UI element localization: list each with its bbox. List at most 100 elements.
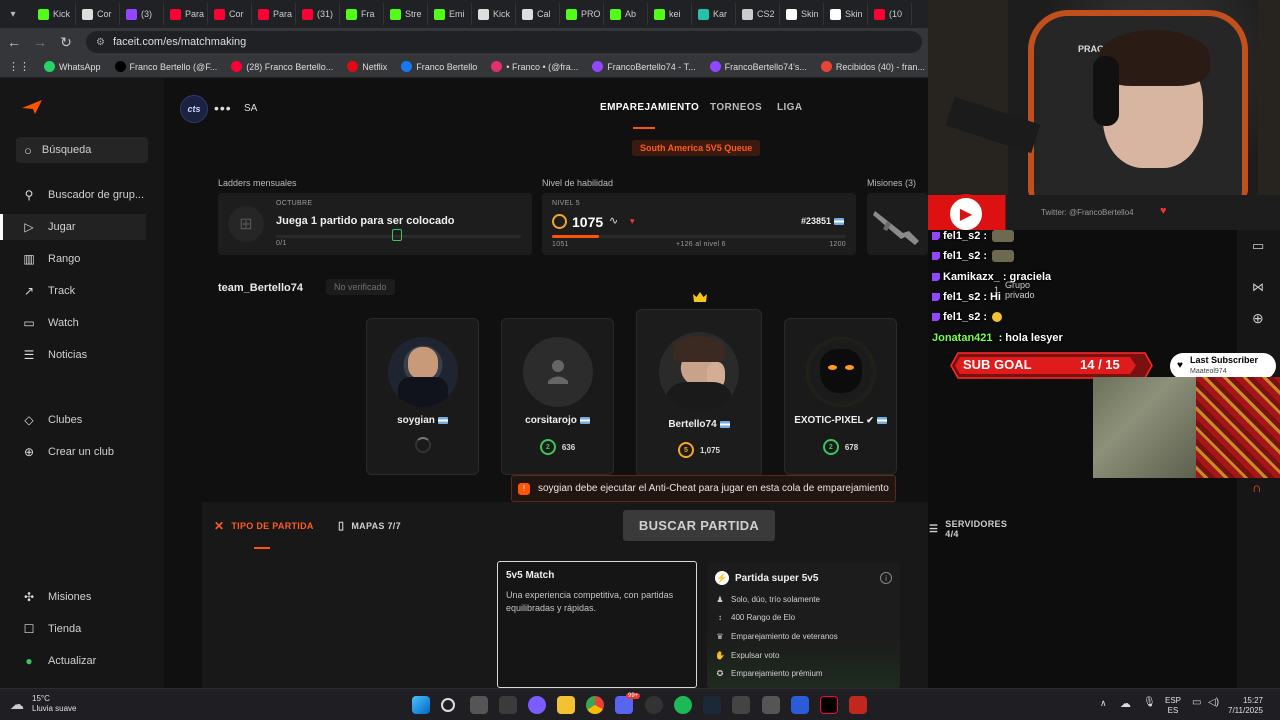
search-input[interactable]: ○ Búsqueda (16, 137, 148, 163)
language-indicator[interactable]: ESP ES (1165, 696, 1181, 716)
sidebar-item-jugar[interactable]: ▷ Jugar (0, 214, 146, 240)
friends-icon[interactable]: ⋈ (1252, 280, 1264, 294)
upgrade-icon: ● (25, 654, 33, 668)
browser-tab[interactable]: Ab (604, 3, 648, 25)
sidebar-item-buscador-de-grup[interactable]: ⚲ Buscador de grup... (0, 182, 164, 208)
bookmark-item[interactable]: Franco Bertello (401, 61, 477, 72)
tab-match-type[interactable]: ✕ TIPO DE PARTIDA (214, 519, 314, 533)
faceit-logo[interactable] (22, 100, 42, 114)
browser-tab[interactable]: (3) (120, 3, 164, 25)
browser-tab[interactable]: Cor (208, 3, 252, 25)
support-icon[interactable]: ∩ (1252, 480, 1261, 495)
tray-chevron-icon[interactable]: ∧ (1100, 698, 1107, 709)
bookmark-item[interactable]: • Franco • (@fra... (491, 61, 578, 72)
site-info-icon[interactable]: ⚙ (96, 37, 105, 48)
app-icon[interactable] (732, 696, 750, 714)
sidebar-item-crear-un-club[interactable]: ⊕ Crear un club (0, 439, 164, 465)
weather-widget[interactable]: ☁ 15°C Lluvia suave (10, 694, 76, 714)
chevron-down-icon[interactable]: ▾ (630, 216, 635, 227)
browser-tab[interactable]: Para (164, 3, 208, 25)
address-bar[interactable]: ⚙ faceit.com/es/matchmaking (86, 31, 922, 53)
ladder-card[interactable]: ⊞ OCTUBRE Juega 1 partido para ser coloc… (218, 193, 532, 255)
forward-icon[interactable]: → (28, 30, 52, 54)
mic-icon[interactable]: 🎙 (1143, 697, 1156, 708)
skill-card[interactable]: NIVEL 5 1075 ∿ ▾ #23851 1051 +126 al niv… (542, 193, 856, 255)
sidebar-item-watch[interactable]: ▭ Watch (0, 310, 164, 336)
bookmark-item[interactable]: FrancoBertello74's... (709, 61, 807, 72)
sidebar-item-clubes[interactable]: ◇ Clubes (0, 407, 164, 433)
tab-matchmaking[interactable]: EMPAREJAMIENTO (600, 102, 699, 113)
browser-tab[interactable]: Kick (472, 3, 516, 25)
volume-icon[interactable]: ◁) (1208, 697, 1219, 708)
app-icon[interactable] (762, 696, 780, 714)
player-card[interactable]: EXOTIC-PIXEL ✔ 2 678 (784, 318, 897, 475)
browser-tab[interactable]: kei (648, 3, 692, 25)
sidebar-item-actualizar[interactable]: ● Actualizar (0, 648, 164, 674)
browser-tab[interactable]: (31) (296, 3, 340, 25)
sidebar-item-rango[interactable]: ▥ Rango (0, 246, 164, 272)
spotify-icon[interactable] (674, 696, 692, 714)
steam-icon[interactable] (703, 696, 721, 714)
mode-card-5v5[interactable]: 5v5 Match Una experiencia competitiva, c… (497, 561, 697, 688)
browser-tab[interactable]: Emi (428, 3, 472, 25)
chrome-icon[interactable] (586, 696, 604, 714)
apps-grid-icon[interactable]: ⋮⋮ (8, 60, 30, 73)
chat-icon[interactable]: ▭ (1252, 238, 1264, 254)
browser-tab[interactable]: (10 (868, 3, 912, 25)
bookmark-item[interactable]: Recibidos (40) - fran... (820, 61, 925, 72)
reload-icon[interactable]: ↻ (54, 30, 78, 54)
widgets-icon[interactable] (499, 696, 517, 714)
app-icon[interactable] (849, 696, 867, 714)
sidebar-item-tienda[interactable]: ☐ Tienda (0, 616, 164, 642)
browser-tab[interactable]: Stre (384, 3, 428, 25)
bookmark-item[interactable]: Netflix (347, 61, 387, 72)
bookmark-item[interactable]: Franco Bertello (@F... (114, 61, 217, 72)
search-match-button[interactable]: BUSCAR PARTIDA (623, 510, 775, 541)
player-card[interactable]: corsitarojo 2 636 (501, 318, 614, 475)
browser-tab[interactable]: Para (252, 3, 296, 25)
app-icon[interactable] (528, 696, 546, 714)
player-card[interactable]: Bertello74 5 1,075 (636, 309, 762, 477)
tab-tournaments[interactable]: TORNEOS (710, 102, 762, 113)
bookmark-item[interactable]: (28) Franco Bertello... (231, 61, 333, 72)
mode-card-super-5v5[interactable]: ⚡ Partida super 5v5 i ♟ Solo, dúo, trío s… (707, 563, 900, 688)
more-options-icon[interactable]: ••• (214, 100, 232, 116)
tab-league[interactable]: LIGA (777, 102, 803, 113)
back-icon[interactable]: ← (2, 30, 26, 54)
start-icon[interactable] (412, 696, 430, 714)
search-taskbar-icon[interactable] (441, 698, 455, 712)
sidebar-item-track[interactable]: ↗ Track (0, 278, 164, 304)
player-card[interactable]: soygian (366, 318, 479, 475)
clock[interactable]: 15:27 7/11/2025 (1228, 696, 1263, 716)
queue-pill[interactable]: South America 5V5 Queue (632, 140, 761, 156)
info-icon[interactable]: i (880, 572, 892, 584)
bookmark-item[interactable]: FrancoBertello74 - T... (592, 61, 696, 72)
bookmark-item[interactable]: WhatsApp (44, 61, 101, 72)
browser-tab[interactable]: PRO (560, 3, 604, 25)
browser-tab[interactable]: Cal (516, 3, 560, 25)
browser-tab[interactable]: CS2 (736, 3, 780, 25)
browser-tab[interactable]: Skin (780, 3, 824, 25)
tab-servers[interactable]: ☰ SERVIDORES 4/4 (929, 519, 1007, 539)
tab-list-chevron-icon[interactable]: ▾ (4, 5, 22, 23)
app-icon[interactable] (791, 696, 809, 714)
tiktok-icon[interactable] (820, 696, 838, 714)
tab-maps[interactable]: ▯ MAPAS 7/7 (338, 519, 401, 532)
cloud-icon[interactable]: ☁ (1120, 697, 1131, 710)
sidebar-item-misiones[interactable]: ✣ Misiones (0, 584, 164, 610)
browser-tab[interactable]: Kar (692, 3, 736, 25)
player-name: EXOTIC-PIXEL ✔ (785, 415, 896, 426)
task-view-icon[interactable] (470, 696, 488, 714)
browser-tab[interactable]: Skin (824, 3, 868, 25)
browser-tab[interactable]: Kick (32, 3, 76, 25)
region-badge[interactable]: cts (180, 95, 208, 123)
browser-tab[interactable]: Fra (340, 3, 384, 25)
sidebar-item-noticias[interactable]: ☰ Noticias (0, 342, 164, 368)
mission-card[interactable] (867, 193, 928, 255)
app-icon[interactable] (645, 696, 663, 714)
add-icon[interactable]: ⊕ (1252, 310, 1264, 327)
file-explorer-icon[interactable] (557, 696, 575, 714)
play-icon[interactable]: ▶ (946, 194, 986, 230)
network-icon[interactable]: ▭ (1192, 697, 1201, 708)
browser-tab[interactable]: Cor (76, 3, 120, 25)
